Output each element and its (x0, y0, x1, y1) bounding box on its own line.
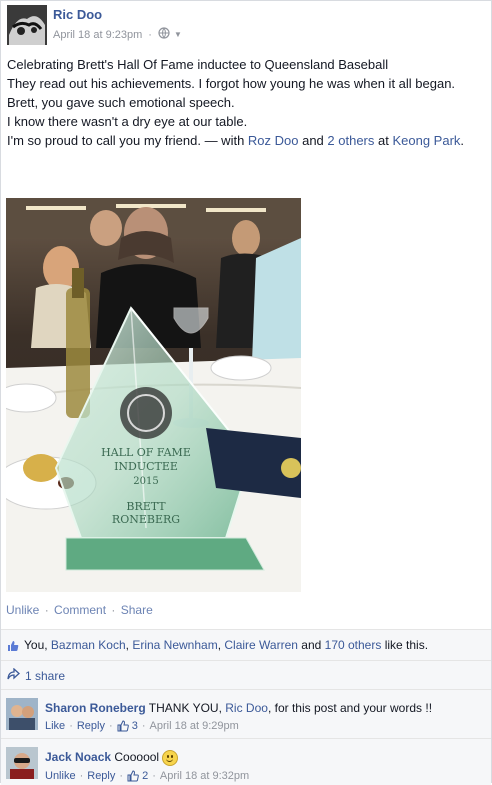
author-avatar[interactable] (7, 5, 47, 45)
meta-separator: · (108, 720, 113, 732)
comment-mention-link[interactable]: Ric Doo (225, 701, 268, 715)
meta-separator: · (148, 28, 152, 41)
trophy-engraving: HALL OF FAME (101, 446, 191, 459)
post-timestamp[interactable]: April 18 at 9:23pm (53, 29, 142, 41)
commenter-name[interactable]: Sharon Roneberg (45, 701, 146, 715)
post-line: Celebrating Brett's Hall Of Fame inducte… (7, 57, 389, 72)
shares-bar[interactable]: 1 share (1, 660, 491, 689)
smiley-icon (162, 749, 179, 766)
comment-item: Jack Noack Coooool Unlike · Reply · 2 · … (1, 738, 491, 785)
comment-link[interactable]: Comment (54, 603, 106, 617)
share-arrow-icon (7, 667, 20, 683)
shares-count[interactable]: 1 share (25, 669, 65, 683)
likes-bar: You, Bazman Koch, Erina Newnham, Claire … (1, 629, 491, 660)
post-line: I know there wasn't a dry eye at our tab… (7, 114, 248, 129)
share-link[interactable]: Share (121, 603, 153, 617)
author-name[interactable]: Ric Doo (53, 7, 102, 22)
action-separator: · (111, 603, 116, 617)
comment-text-line: Sharon Roneberg THANK YOU, Ric Doo, for … (45, 700, 485, 716)
comment-body: Jack Noack Coooool Unlike · Reply · 2 · … (45, 749, 485, 784)
thumbs-up-icon (7, 638, 19, 652)
comment-timestamp[interactable]: April 18 at 9:32pm (160, 768, 249, 784)
comment-timestamp[interactable]: April 18 at 9:29pm (150, 718, 239, 734)
comment-body: Sharon Roneberg THANK YOU, Ric Doo, for … (45, 700, 485, 734)
liker-link[interactable]: Erina Newnham (132, 638, 217, 652)
thumbs-up-icon (117, 720, 129, 732)
post-line: They read out his achievements. I forgot… (7, 76, 456, 91)
commenter-avatar[interactable] (6, 747, 38, 779)
likes-and: and (297, 638, 325, 652)
trophy-engraving: INDUCTEE (114, 460, 178, 473)
comment-meta: Like · Reply · 3 · April 18 at 9:29pm (45, 718, 485, 734)
comment-meta: Unlike · Reply · 2 · April 18 at 9:32pm (45, 768, 485, 784)
trophy-engraving: 2015 (133, 476, 158, 487)
trophy-engraving: RONEBERG (112, 513, 180, 526)
comment-reply-link[interactable]: Reply (77, 718, 105, 734)
comment-like-link[interactable]: Like (45, 718, 65, 734)
post-line: Brett, you gave such emotional speech. (7, 95, 235, 110)
unlike-link[interactable]: Unlike (6, 603, 39, 617)
tag-end-text: . (460, 133, 465, 148)
action-separator: · (44, 603, 49, 617)
tag-and-text: and (298, 133, 328, 148)
meta-separator: · (119, 769, 124, 782)
post-line-prefix: I'm so proud to call you my friend. — wi… (7, 133, 248, 148)
post-photo[interactable]: HALL OF FAME INDUCTEE 2015 BRETT RONEBER… (6, 198, 301, 592)
comment-text-line: Jack Noack Coooool (45, 749, 485, 766)
trophy-engraving: BRETT (126, 500, 166, 513)
post-meta: April 18 at 9:23pm · ▼ (53, 27, 182, 42)
tag-person-link[interactable]: Roz Doo (248, 133, 299, 148)
tag-others-link[interactable]: 2 others (327, 133, 374, 148)
tag-place-link[interactable]: Keong Park (392, 133, 460, 148)
comment-unlike-link[interactable]: Unlike (45, 768, 76, 784)
meta-separator: · (69, 720, 73, 732)
post-body: Celebrating Brett's Hall Of Fame inducte… (7, 55, 485, 150)
commenter-name[interactable]: Jack Noack (45, 750, 111, 764)
commenter-avatar[interactable] (6, 698, 38, 730)
meta-separator: · (79, 769, 84, 782)
likes-suffix: like this. (381, 638, 429, 652)
meta-separator: · (152, 769, 156, 782)
privacy-caret-icon[interactable]: ▼ (174, 30, 182, 39)
meta-separator: · (141, 720, 146, 732)
post-actions: Unlike · Comment · Share (6, 603, 153, 617)
liker-link[interactable]: Claire Warren (224, 638, 298, 652)
post-line-with-tags: I'm so proud to call you my friend. — wi… (7, 131, 485, 150)
comment-item: Sharon Roneberg THANK YOU, Ric Doo, for … (1, 689, 491, 738)
likes-you: You, (24, 638, 51, 652)
comment-like-count[interactable]: 2 (127, 768, 148, 784)
comment-text: , for this post and your words !! (267, 701, 433, 715)
likes-others-link[interactable]: 170 others (325, 638, 382, 652)
like-count-value: 2 (142, 769, 149, 782)
comment-text: THANK YOU, (145, 701, 226, 715)
tag-at-text: at (374, 133, 393, 148)
comment-like-count[interactable]: 3 (117, 718, 138, 734)
comment-reply-link[interactable]: Reply (87, 768, 115, 784)
like-count-value: 3 (131, 720, 138, 732)
likes-summary: You, Bazman Koch, Erina Newnham, Claire … (24, 638, 428, 652)
privacy-icon[interactable] (158, 27, 170, 42)
thumbs-up-icon (127, 770, 139, 782)
facebook-post: Ric Doo April 18 at 9:23pm · ▼ Celebrati… (0, 0, 492, 785)
comment-text: Coooool (111, 750, 163, 764)
liker-link[interactable]: Bazman Koch (51, 638, 126, 652)
